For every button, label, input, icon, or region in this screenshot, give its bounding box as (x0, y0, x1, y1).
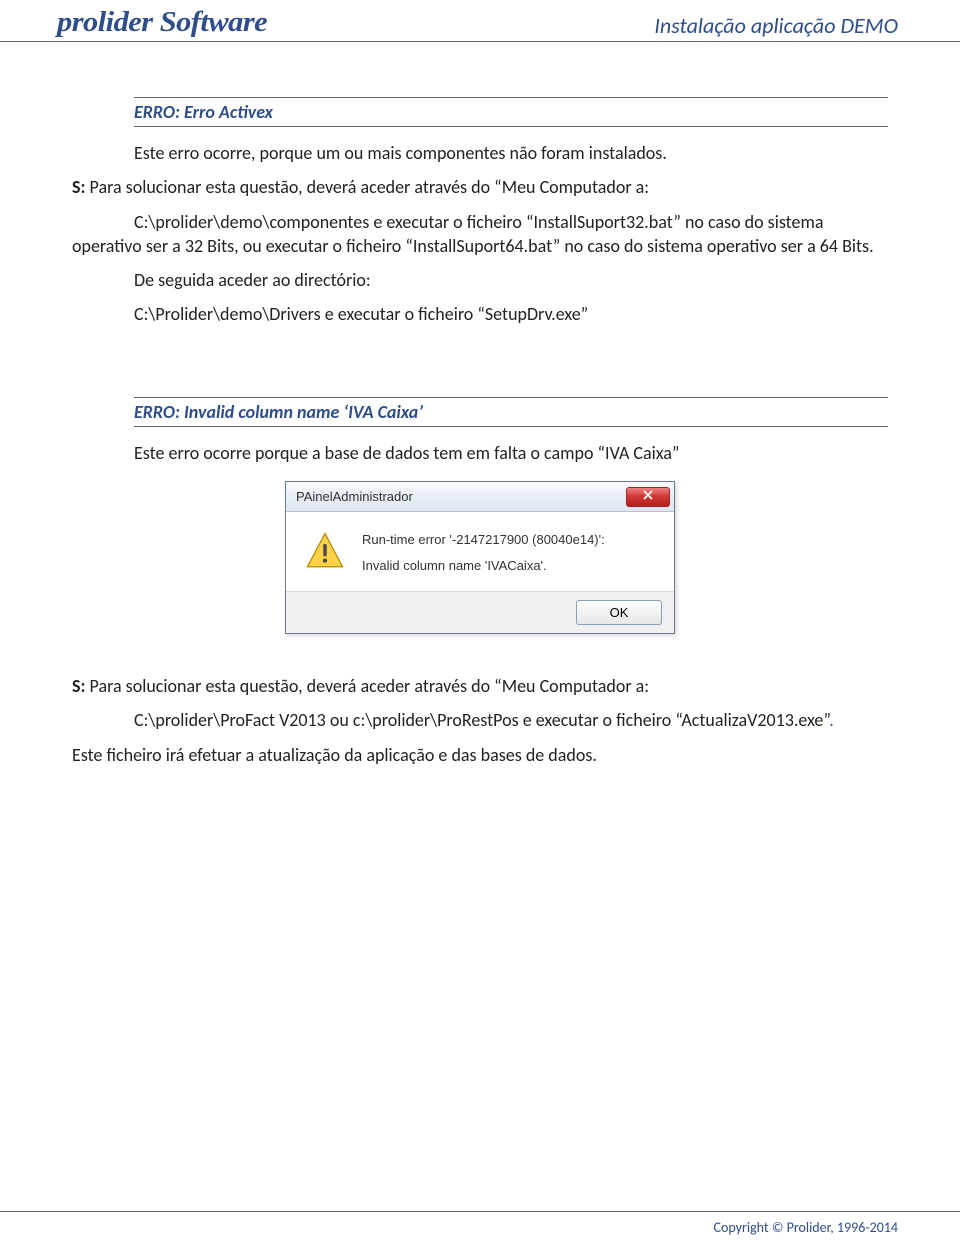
dialog-footer: OK (286, 591, 674, 633)
close-button[interactable] (626, 487, 670, 507)
close-icon (642, 489, 654, 504)
solution-intro-text-2: Para solucionar esta questão, deverá ace… (85, 675, 649, 697)
bold-prefix-2: S: (72, 675, 85, 697)
dialog-titlebar: PAinelAdministrador (286, 482, 674, 512)
page: prolider Software Instalação aplicação D… (0, 0, 960, 1246)
dialog-message: Run-time error '-2147217900 (80040e14)':… (362, 530, 605, 577)
section-2-heading: ERRO: Invalid column name ‘IVA Caixa’ (134, 397, 888, 427)
dialog-line-2: Invalid column name 'IVACaixa'. (362, 556, 605, 576)
footer-copyright: Copyright © Prolider, 1996-2014 (714, 1219, 899, 1236)
brand-logo: prolider Software (57, 6, 267, 39)
footer-divider (0, 1211, 960, 1212)
section-3-path-tail: . (829, 709, 834, 731)
page-header: prolider Software Instalação aplicação D… (0, 0, 960, 41)
section-2-heading-wrap: ERRO: Invalid column name ‘IVA Caixa’ (72, 397, 888, 427)
section-1-heading-wrap: ERRO: Erro Activex (72, 97, 888, 127)
section-3-solution-intro: S: Para solucionar esta questão, deverá … (72, 674, 888, 698)
section-3-path-text: C:\prolider\ProFact V2013 ou c:\prolider… (134, 709, 829, 731)
header-divider (0, 41, 960, 42)
dialog-body: Run-time error '-2147217900 (80040e14)':… (286, 512, 674, 591)
error-dialog: PAinelAdministrador (285, 481, 675, 634)
section-1-solution-intro: S: Para solucionar esta questão, deverá … (72, 175, 888, 199)
section-1-heading: ERRO: Erro Activex (134, 97, 888, 127)
dialog-title: PAinelAdministrador (296, 489, 413, 504)
bold-prefix: S: (72, 176, 85, 198)
section-1-driver-path: C:\Prolider\demo\Drivers e executar o fi… (72, 302, 888, 326)
solution-intro-text: Para solucionar esta questão, deverá ace… (85, 176, 649, 198)
document-title: Instalação aplicação DEMO (654, 12, 898, 39)
section-1-intro: Este erro ocorre, porque um ou mais comp… (72, 141, 888, 165)
section-3-path: C:\prolider\ProFact V2013 ou c:\prolider… (72, 708, 888, 732)
section-1-follow: De seguida aceder ao directório: (72, 268, 888, 292)
dialog-line-1: Run-time error '-2147217900 (80040e14)': (362, 530, 605, 550)
dialog-container: PAinelAdministrador (72, 481, 888, 634)
ok-button[interactable]: OK (576, 600, 662, 625)
section-3-outro: Este ficheiro irá efetuar a atualização … (72, 743, 888, 767)
section-2-intro: Este erro ocorre porque a base de dados … (72, 441, 888, 465)
content-area: ERRO: Erro Activex Este erro ocorre, por… (0, 97, 960, 767)
warning-icon (304, 530, 346, 577)
section-1-path-text: C:\prolider\demo\componentes e executar … (72, 210, 888, 259)
